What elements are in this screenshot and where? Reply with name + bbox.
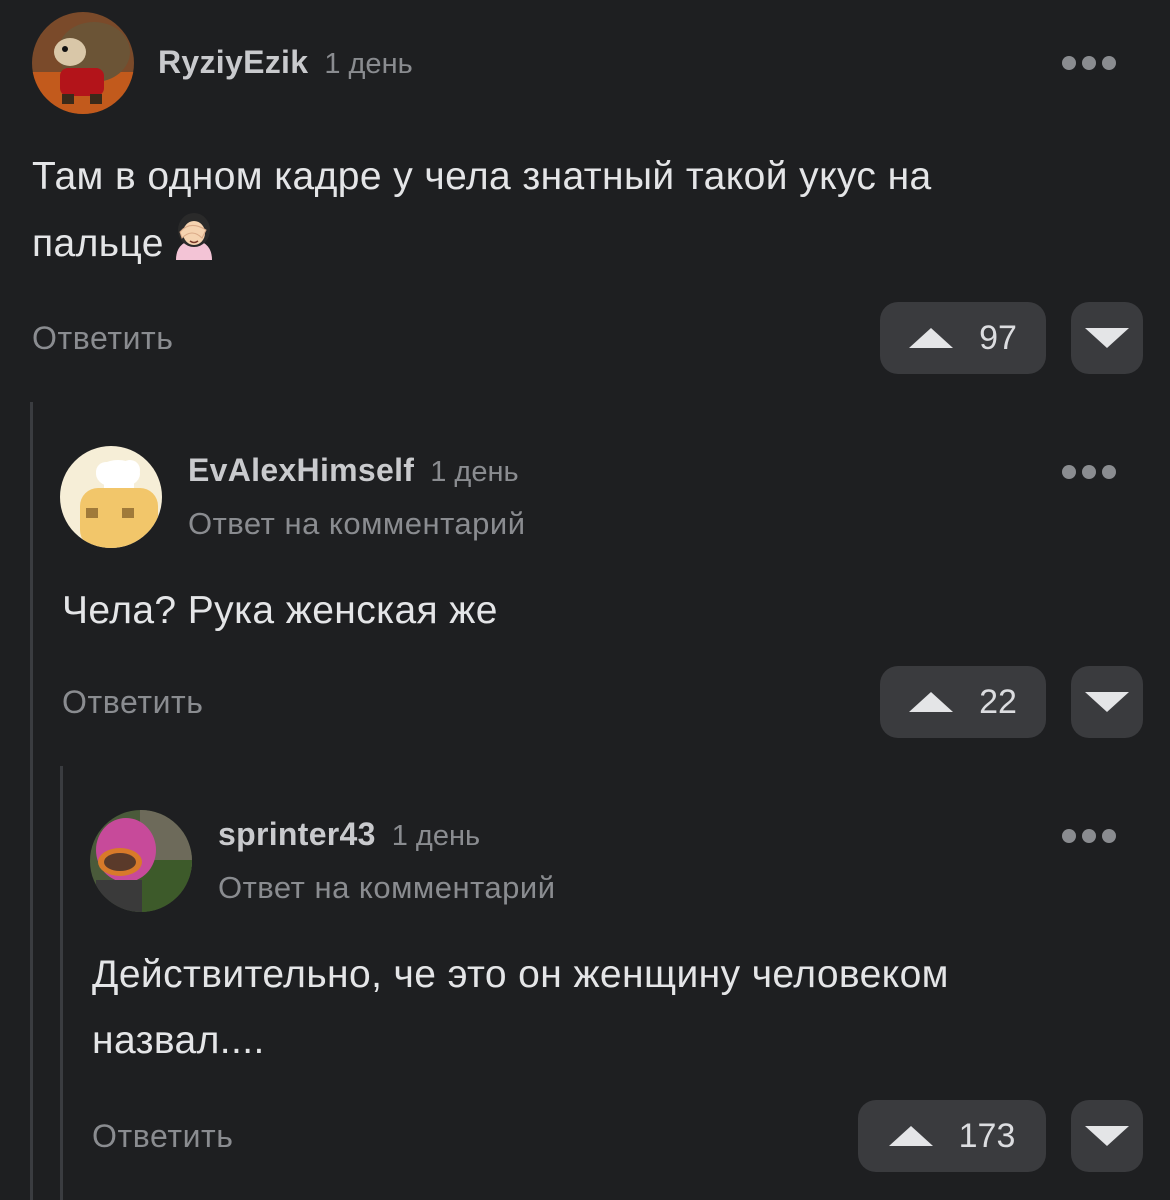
reply-to-label[interactable]: Ответ на комментарий [218,870,556,906]
comment-text-line: Там в одном кадре у чела знатный такой у… [32,155,932,198]
upvote-arrow-icon [888,1126,933,1146]
downvote-button[interactable] [1071,302,1143,374]
woman-facepalming-icon [166,210,222,281]
reply-button[interactable]: Ответить [62,684,204,721]
comment-meta: sprinter43 1 день [218,816,480,853]
comment-meta: RyziyEzik 1 день [158,44,413,81]
username[interactable]: RyziyEzik [158,44,308,81]
username[interactable]: sprinter43 [218,816,376,853]
comment-text-line: Действительно, че это он женщину человек… [92,953,949,996]
timestamp: 1 день [391,820,481,852]
upvote-arrow-icon [909,692,954,712]
comment-text-line: пальце [32,221,164,265]
upvote-button[interactable]: 22 [880,666,1046,738]
comment-text: Чела? Рука женская же [62,578,498,644]
vote-count: 173 [958,1116,1016,1155]
reply-button[interactable]: Ответить [32,320,174,357]
timestamp: 1 день [430,456,519,488]
comment-text: Действительно, че это он женщину человек… [92,942,949,1074]
comment-text: Там в одном кадре у чела знатный такой у… [32,144,932,281]
downvote-button[interactable] [1071,1100,1143,1172]
thread-line-level-1 [30,402,33,1200]
thread-line-level-2 [60,766,63,1200]
more-dots-icon[interactable] [1062,829,1116,843]
downvote-arrow-icon [1085,692,1129,712]
avatar[interactable] [60,446,162,548]
downvote-arrow-icon [1085,1126,1129,1146]
timestamp: 1 день [324,48,413,80]
more-dots-icon[interactable] [1062,56,1116,70]
upvote-button[interactable]: 173 [858,1100,1046,1172]
avatar[interactable] [32,12,134,114]
reply-to-label[interactable]: Ответ на комментарий [188,506,526,542]
upvote-arrow-icon [909,328,954,348]
comment-meta: EvAlexHimself 1 день [188,452,519,489]
vote-count: 22 [979,682,1017,721]
downvote-arrow-icon [1085,328,1129,348]
vote-count: 97 [979,318,1017,357]
upvote-button[interactable]: 97 [880,302,1046,374]
more-dots-icon[interactable] [1062,465,1116,479]
comment-text-line: назвал.... [92,1019,265,1062]
reply-button[interactable]: Ответить [92,1118,234,1155]
username[interactable]: EvAlexHimself [188,452,414,489]
downvote-button[interactable] [1071,666,1143,738]
comment-text-line: Чела? Рука женская же [62,589,498,632]
avatar[interactable] [90,810,192,912]
